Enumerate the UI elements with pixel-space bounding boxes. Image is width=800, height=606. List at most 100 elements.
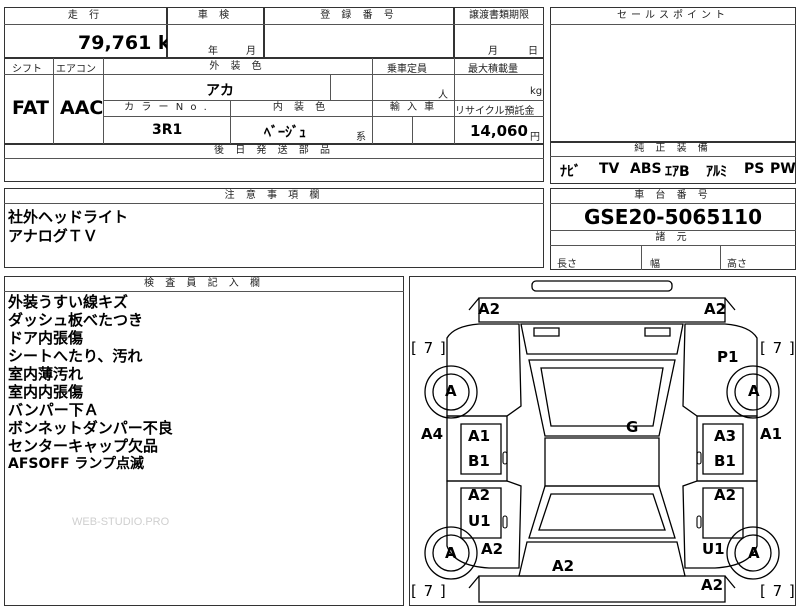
exterior-color-label: 外 装 色 — [209, 61, 266, 72]
tire-circles — [424, 365, 780, 580]
tire-rear-right-label: A — [748, 544, 760, 562]
equipment-item-navi: ﾅﾋﾞ — [560, 164, 581, 180]
divider — [412, 116, 413, 144]
equipment-item-abs: ABS — [630, 161, 662, 177]
aircon-label: エアコン — [56, 64, 96, 75]
divider — [550, 156, 796, 157]
capacity-unit: 人 — [438, 90, 448, 101]
divider — [4, 203, 544, 204]
inspector-note: バンパー下Ａ — [8, 401, 99, 419]
later-parts-label: 後 日 発 送 部 品 — [214, 145, 334, 156]
shaken-month: 月 — [246, 46, 256, 57]
inspector-note: 外装うすい線キズ — [8, 293, 129, 311]
watermark: WEB-STUDIO.PRO — [72, 516, 170, 528]
bracket-front-right: [ 7 ] — [760, 339, 796, 357]
shaken-year: 年 — [208, 46, 218, 57]
color-no-label: カ ラ ー N o . — [124, 102, 209, 113]
damage-left-rear-door-1: A2 — [468, 486, 491, 504]
damage-left-rear-door-2: U1 — [468, 512, 491, 530]
tire-rear-left-label: A — [445, 544, 457, 562]
dimension-length: 長さ — [557, 259, 577, 270]
chassis-label: 車 台 番 号 — [634, 190, 712, 201]
transfer-month: 月 — [488, 46, 498, 57]
shift-value: FAT — [12, 97, 49, 119]
inspector-note: ダッシュ板べたつき — [8, 311, 144, 329]
dimension-height: 高さ — [727, 259, 747, 270]
equipment-item-alloy: ｱﾙﾐ — [706, 164, 727, 180]
registration-label: 登 録 番 号 — [320, 10, 398, 21]
max-load-label: 最大積載量 — [468, 64, 518, 75]
divider — [167, 24, 264, 25]
divider — [550, 24, 796, 25]
equipment-item-tv: TV — [599, 161, 620, 177]
damage-front-right-fender: P1 — [717, 348, 739, 366]
divider — [264, 24, 454, 25]
notes-label: 注 意 事 項 欄 — [224, 190, 324, 201]
exterior-color-value: アカ — [206, 83, 234, 99]
damage-left-front-door-2: B1 — [468, 452, 490, 470]
transfer-day: 日 — [528, 46, 538, 57]
inspector-label: 検 査 員 記 入 欄 — [144, 278, 264, 289]
sales-point-label: セールスポイント — [617, 10, 729, 21]
damage-left-side: A4 — [421, 425, 444, 443]
divider — [550, 203, 796, 204]
inspector-note: 室内内張傷 — [8, 383, 84, 401]
inspector-note: ドア内張傷 — [8, 329, 84, 347]
equipment-item-pw: PW — [770, 161, 796, 177]
note-item: 社外ヘッドライト — [8, 208, 129, 226]
interior-color-label: 内 装 色 — [272, 102, 330, 113]
chassis-number: GSE20-5065110 — [583, 205, 763, 229]
recycle-unit: 円 — [530, 132, 540, 143]
divider — [550, 245, 796, 246]
damage-right-side: A1 — [760, 425, 783, 443]
shift-label: シフト — [12, 64, 42, 75]
shaken-label: 車 検 — [197, 10, 234, 21]
damage-left-rear-quarter: A2 — [481, 540, 504, 558]
mileage-label: 走 行 — [67, 10, 104, 21]
damage-roof: G — [626, 418, 639, 436]
aircon-value: AAC — [60, 97, 104, 119]
divider — [330, 74, 331, 100]
equipment-item-airbag: ｴｱB — [665, 164, 690, 180]
damage-front-right-corner: A2 — [704, 300, 727, 318]
recycle-amount: 14,060 — [470, 122, 528, 140]
divider — [53, 58, 54, 144]
inspector-note: ボンネットダンパー不良 — [8, 419, 173, 437]
damage-right-front-door-1: A3 — [714, 427, 737, 445]
damage-rear-right-corner: A2 — [701, 576, 724, 594]
bracket-rear-right: [ 7 ] — [760, 582, 796, 600]
damage-right-rear-door: A2 — [714, 486, 737, 504]
divider — [454, 24, 544, 25]
damage-left-front-door-1: A1 — [468, 427, 491, 445]
interior-color-value: ﾍﾞｰｼﾞｭ — [264, 125, 306, 141]
equipment-item-ps: PS — [744, 161, 765, 177]
color-no-value: 3R1 — [152, 122, 183, 138]
note-item: アナログＴＶ — [8, 227, 98, 245]
transfer-deadline-label: 譲渡書類期限 — [469, 10, 529, 21]
damage-right-front-door-2: B1 — [714, 452, 736, 470]
interior-color-suffix: 系 — [356, 132, 366, 143]
tire-front-right-label: A — [748, 382, 760, 400]
inspector-note: 室内薄汚れ — [8, 365, 84, 383]
divider — [720, 245, 721, 270]
damage-front-left-corner: A2 — [478, 300, 501, 318]
dimensions-label: 諸 元 — [655, 232, 691, 243]
tire-front-left-label: A — [445, 382, 457, 400]
damage-rear-center: A2 — [552, 557, 575, 575]
inspector-note: AFSOFF ランプ点滅 — [8, 456, 144, 472]
inspector-note: シートへたり、汚れ — [8, 347, 143, 365]
sales-point-box — [550, 7, 796, 142]
bracket-rear-left: [ 7 ] — [411, 582, 447, 600]
divider — [4, 24, 167, 25]
dimension-width: 幅 — [650, 259, 660, 270]
damage-right-rear-quarter: U1 — [702, 540, 725, 558]
divider — [4, 158, 544, 159]
equipment-label: 純 正 装 備 — [634, 143, 712, 154]
bracket-front-left: [ 7 ] — [411, 339, 447, 357]
recycle-label: リサイクル預託金 — [455, 106, 535, 117]
divider — [641, 245, 642, 270]
divider — [454, 58, 455, 144]
import-label: 輸 入 車 — [389, 102, 437, 113]
divider — [4, 291, 404, 292]
inspector-note: センターキャップ欠品 — [8, 437, 159, 455]
